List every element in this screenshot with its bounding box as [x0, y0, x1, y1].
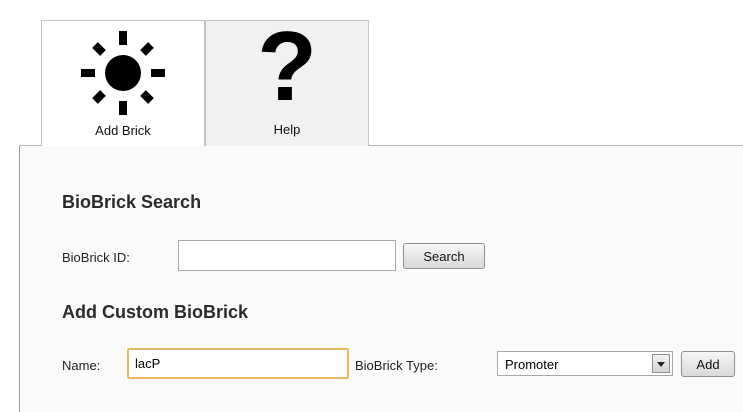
add-custom-biobrick-heading: Add Custom BioBrick [62, 302, 249, 322]
question-mark-icon: ? [257, 11, 317, 121]
biobrick-type-label: BioBrick Type: [355, 358, 438, 373]
search-button[interactable]: Search [403, 243, 485, 269]
tab-add-brick-label: Add Brick [95, 123, 151, 138]
tab-content: BioBrick Search BioBrick ID: Search Add … [20, 146, 743, 398]
tab-help[interactable]: ? Help [205, 11, 369, 147]
biobrick-id-input[interactable] [178, 240, 396, 271]
sun-icon [75, 27, 171, 128]
add-button[interactable]: Add [681, 351, 735, 377]
biobrick-search-heading: BioBrick Search [62, 192, 202, 212]
tab-help-label: Help [273, 122, 301, 137]
biobrick-id-label: BioBrick ID: [62, 250, 130, 265]
chevron-down-icon[interactable] [652, 354, 670, 373]
biobrick-type-value: Promoter [505, 357, 559, 372]
name-label: Name: [62, 358, 101, 373]
biobrick-type-select[interactable]: Promoter [497, 351, 673, 376]
name-input[interactable] [127, 348, 349, 379]
tab-add-brick[interactable]: Add Brick [41, 20, 205, 148]
tab-bar: Add Brick ? Help [19, 2, 743, 148]
